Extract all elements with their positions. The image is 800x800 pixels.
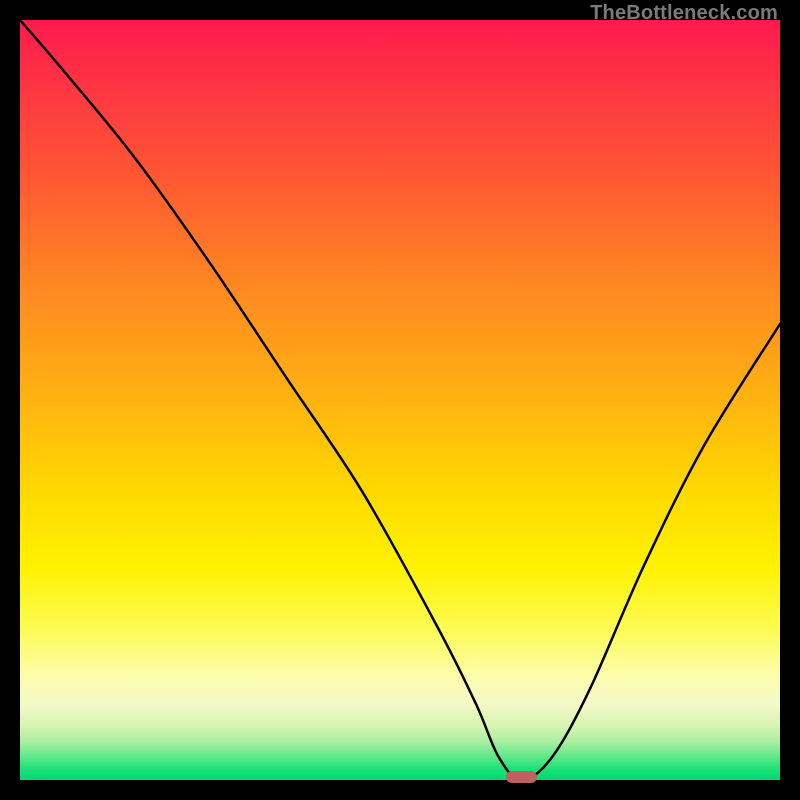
bottleneck-curve [20, 20, 780, 780]
chart-frame: TheBottleneck.com [0, 0, 800, 800]
optimal-marker [506, 771, 536, 782]
plot-area [20, 20, 780, 780]
